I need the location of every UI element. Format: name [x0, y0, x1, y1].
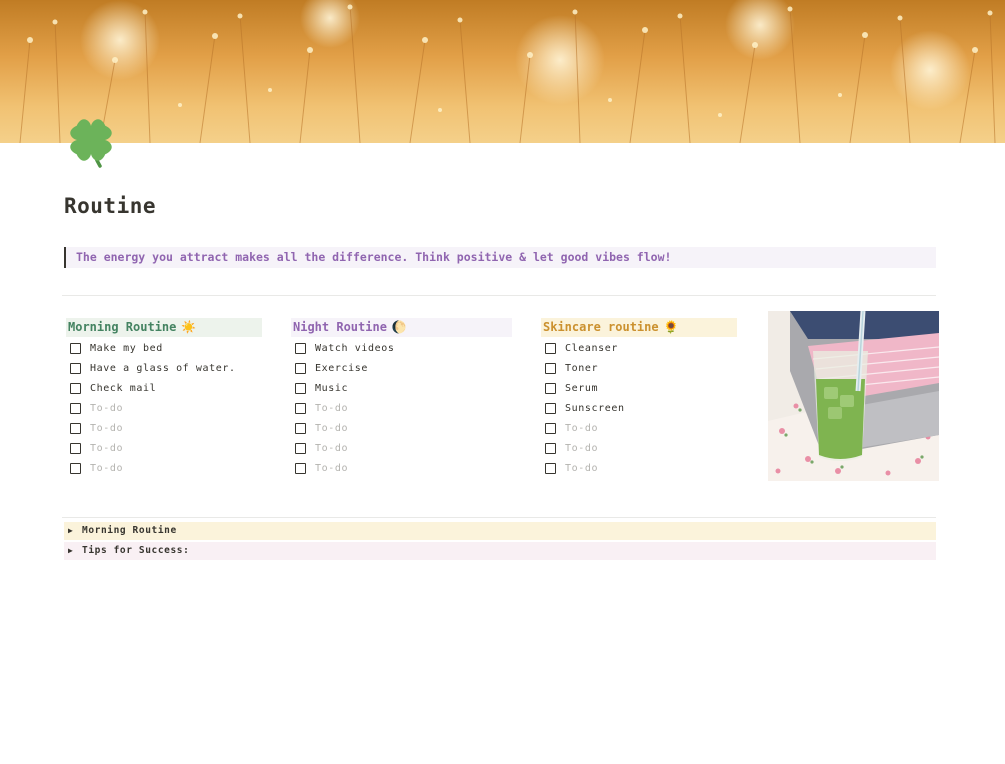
sun-icon: ☀️: [181, 320, 197, 334]
todo-placeholder: To-do: [565, 422, 599, 434]
todo-item[interactable]: To-do: [66, 458, 262, 478]
checkbox[interactable]: [70, 342, 81, 354]
todo-item[interactable]: To-do: [66, 418, 262, 438]
divider: [62, 295, 936, 296]
toggle-label: Morning Routine: [82, 525, 177, 536]
quote-block[interactable]: The energy you attract makes all the dif…: [64, 247, 936, 268]
page-title[interactable]: Routine: [64, 194, 156, 218]
column-header[interactable]: Skincare routine 🌻: [541, 318, 737, 337]
checkbox[interactable]: [545, 362, 556, 374]
toggle-tips-for-success[interactable]: ▶ Tips for Success:: [64, 542, 936, 560]
toggle-arrow-icon[interactable]: ▶: [64, 522, 82, 540]
todo-item[interactable]: Toner: [541, 358, 737, 378]
checkbox[interactable]: [545, 442, 556, 454]
todo-item[interactable]: Exercise: [291, 358, 512, 378]
page-cover[interactable]: [0, 0, 1005, 143]
column-title: Morning Routine: [68, 320, 177, 334]
checkbox[interactable]: [545, 422, 556, 434]
checkbox[interactable]: [545, 342, 556, 354]
checkbox[interactable]: [70, 442, 81, 454]
checkbox[interactable]: [545, 462, 556, 474]
todo-item[interactable]: Have a glass of water.: [66, 358, 262, 378]
todo-label: Serum: [565, 382, 599, 394]
todo-placeholder: To-do: [315, 402, 349, 414]
todo-item[interactable]: To-do: [291, 458, 512, 478]
checkbox[interactable]: [295, 362, 306, 374]
checkbox[interactable]: [545, 382, 556, 394]
todo-item[interactable]: To-do: [541, 418, 737, 438]
checkbox[interactable]: [70, 462, 81, 474]
todo-item[interactable]: Music: [291, 378, 512, 398]
todo-item[interactable]: Check mail: [66, 378, 262, 398]
checkbox[interactable]: [545, 402, 556, 414]
toggle-morning-routine[interactable]: ▶ Morning Routine: [64, 522, 936, 540]
todo-placeholder: To-do: [90, 442, 124, 454]
todo-label: Watch videos: [315, 342, 395, 354]
todo-item[interactable]: Watch videos: [291, 338, 512, 358]
checkbox[interactable]: [295, 442, 306, 454]
todo-item[interactable]: Sunscreen: [541, 398, 737, 418]
checkbox[interactable]: [70, 402, 81, 414]
checkbox[interactable]: [295, 342, 306, 354]
todo-item[interactable]: To-do: [291, 418, 512, 438]
todo-placeholder: To-do: [565, 442, 599, 454]
todo-label: Sunscreen: [565, 402, 625, 414]
todo-item[interactable]: To-do: [541, 438, 737, 458]
todo-placeholder: To-do: [315, 442, 349, 454]
checkbox[interactable]: [295, 462, 306, 474]
iced-matcha-photo[interactable]: [768, 311, 939, 481]
moon-icon: 🌔: [391, 320, 407, 334]
todo-label: Music: [315, 382, 349, 394]
todo-label: Check mail: [90, 382, 157, 394]
checkbox[interactable]: [295, 382, 306, 394]
todo-placeholder: To-do: [90, 402, 124, 414]
todo-item[interactable]: To-do: [291, 398, 512, 418]
todo-item[interactable]: Make my bed: [66, 338, 262, 358]
skincare-routine-column: Skincare routine 🌻 Cleanser Toner Serum S…: [541, 318, 737, 478]
morning-routine-column: Morning Routine ☀️ Make my bed Have a gla…: [66, 318, 262, 478]
todo-label: Cleanser: [565, 342, 618, 354]
todo-placeholder: To-do: [565, 462, 599, 474]
todo-placeholder: To-do: [315, 462, 349, 474]
toggle-label: Tips for Success:: [82, 545, 190, 556]
checkbox[interactable]: [70, 382, 81, 394]
checkbox[interactable]: [70, 422, 81, 434]
divider: [62, 517, 936, 518]
todo-item[interactable]: To-do: [66, 438, 262, 458]
sunflower-icon: 🌻: [663, 320, 679, 334]
todo-placeholder: To-do: [90, 462, 124, 474]
todo-item[interactable]: Serum: [541, 378, 737, 398]
todo-label: Toner: [565, 362, 599, 374]
todo-placeholder: To-do: [315, 422, 349, 434]
todo-item[interactable]: To-do: [541, 458, 737, 478]
night-routine-column: Night Routine 🌔 Watch videos Exercise Mus…: [291, 318, 512, 478]
todo-item[interactable]: To-do: [291, 438, 512, 458]
checkbox[interactable]: [295, 402, 306, 414]
todo-label: Exercise: [315, 362, 368, 374]
todo-placeholder: To-do: [90, 422, 124, 434]
column-header[interactable]: Morning Routine ☀️: [66, 318, 262, 337]
four-leaf-clover-icon[interactable]: [64, 112, 118, 168]
column-header[interactable]: Night Routine 🌔: [291, 318, 512, 337]
toggle-arrow-icon[interactable]: ▶: [64, 542, 82, 560]
column-title: Skincare routine: [543, 320, 659, 334]
todo-item[interactable]: To-do: [66, 398, 262, 418]
todo-item[interactable]: Cleanser: [541, 338, 737, 358]
todo-label: Have a glass of water.: [90, 362, 236, 374]
todo-label: Make my bed: [90, 342, 163, 354]
checkbox[interactable]: [70, 362, 81, 374]
column-title: Night Routine: [293, 320, 387, 334]
checkbox[interactable]: [295, 422, 306, 434]
